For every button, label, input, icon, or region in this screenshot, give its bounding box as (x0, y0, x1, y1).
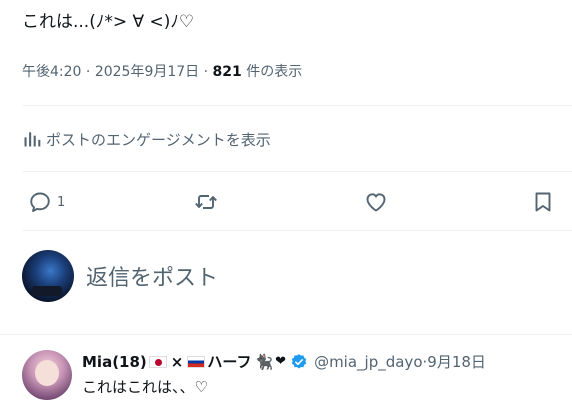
times-sign: × (170, 353, 184, 371)
reply-input[interactable]: 返信をポスト (86, 260, 218, 292)
views-label: 件の表示 (241, 64, 303, 80)
post-time[interactable]: 午後4:20 (22, 64, 81, 80)
verified-icon[interactable] (290, 353, 308, 371)
half-label: ハーフ (207, 353, 252, 371)
black-heart-icon: ❤ (275, 354, 287, 369)
reply-handle[interactable]: @mia_jp_dayo (314, 352, 422, 372)
reply-icon (30, 192, 50, 212)
analytics-icon (24, 132, 41, 147)
bookmark-icon (535, 192, 551, 212)
action-bar: 1 (22, 185, 551, 219)
reply-count: 1 (57, 194, 66, 210)
meta-separator: · (199, 64, 213, 80)
views-count: 821 (212, 64, 242, 80)
post-meta: 午後4:20 · 2025年9月17日 · 821 件の表示 (22, 62, 302, 82)
reply-button[interactable]: 1 (28, 190, 65, 214)
section-divider (0, 334, 572, 335)
like-button[interactable] (364, 190, 388, 214)
black-cat-icon: 🐈‍⬛ (254, 353, 274, 371)
divider (22, 171, 572, 172)
repost-button[interactable] (194, 190, 218, 214)
retweet-icon (195, 195, 217, 209)
post-text: これは...(ﾉ*> ∀ <)ﾉ♡ (22, 12, 195, 32)
meta-separator: · (81, 64, 95, 80)
reply-header: Mia(18) × ハーフ 🐈‍⬛ ❤ @mia_jp_dayo · 9月18日 (82, 352, 486, 372)
reply-date[interactable]: 9月18日 (427, 352, 486, 372)
russia-flag-icon (187, 356, 206, 368)
avatar (22, 250, 74, 302)
reply-display-name[interactable]: Mia(18) (82, 352, 147, 372)
engagement-label: ポストのエンゲージメントを表示 (46, 130, 271, 149)
view-engagement-link[interactable]: ポストのエンゲージメントを表示 (22, 125, 271, 153)
bookmark-button[interactable] (531, 190, 555, 214)
japan-flag-icon (148, 356, 167, 368)
avatar[interactable] (22, 350, 72, 400)
divider (22, 105, 572, 106)
divider (22, 230, 572, 231)
post-date[interactable]: 2025年9月17日 (95, 64, 199, 80)
like-icon (366, 193, 386, 212)
reply-text: これはこれは、、♡ (82, 378, 208, 396)
reply-composer: 返信をポスト (22, 250, 218, 302)
